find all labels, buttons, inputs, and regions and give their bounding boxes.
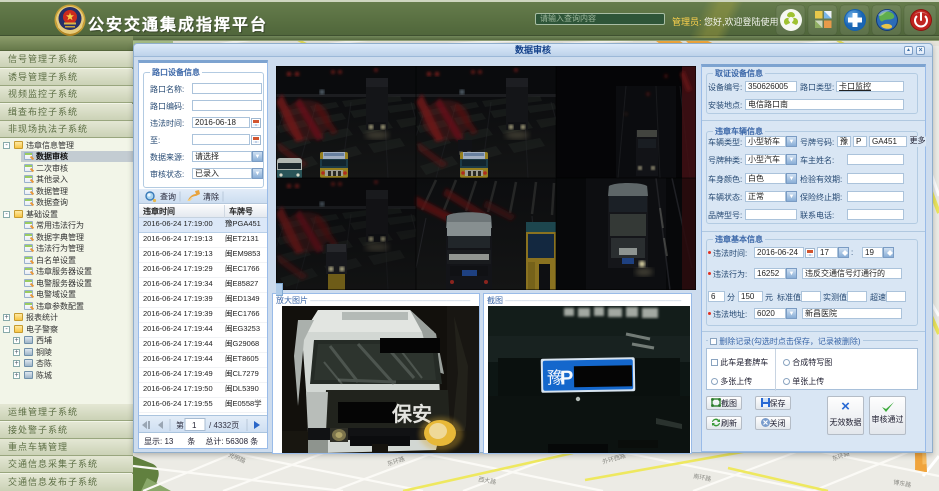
svg-text:1: 1 <box>192 421 197 430</box>
svg-text:/ 4332页: / 4332页 <box>209 421 239 430</box>
svg-text:P: P <box>560 367 574 389</box>
svg-text:查询: 查询 <box>160 192 176 202</box>
svg-text:清除: 清除 <box>203 192 219 202</box>
svg-text:第: 第 <box>176 420 184 430</box>
